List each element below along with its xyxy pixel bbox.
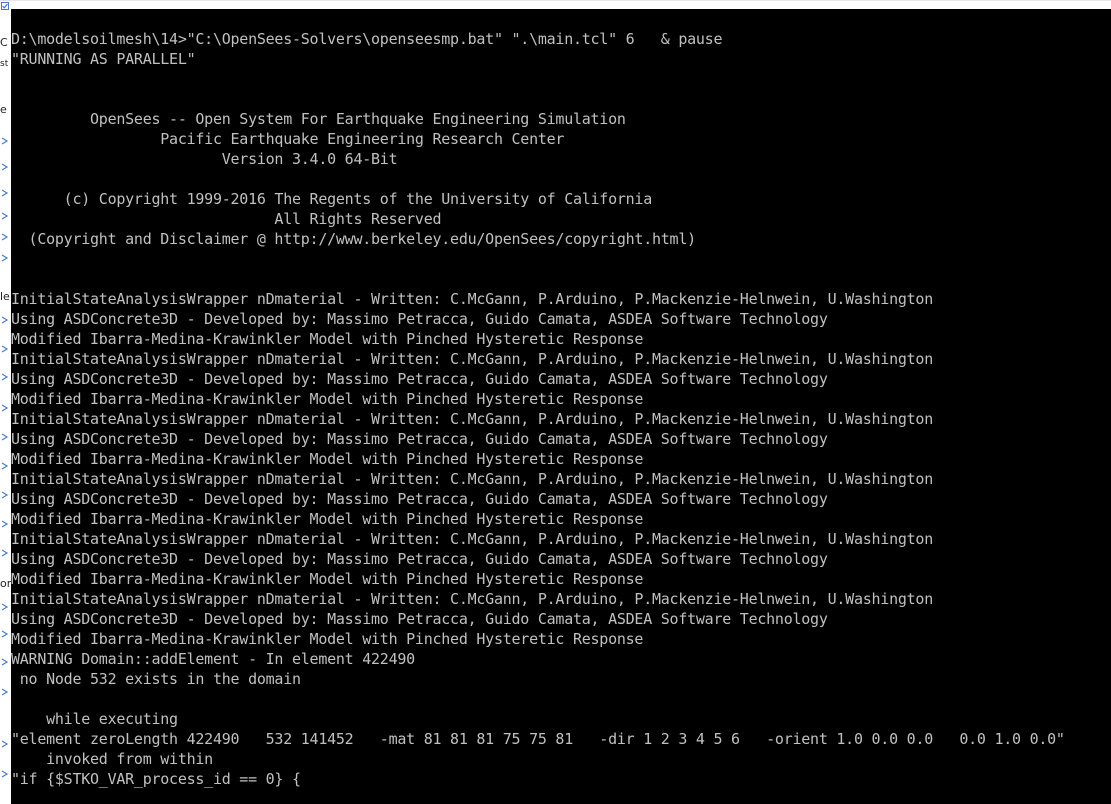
divider bbox=[0, 0, 1111, 1]
console-line: Using ASDConcrete3D - Developed by: Mass… bbox=[11, 490, 828, 508]
chevron-icon bbox=[1, 316, 9, 324]
chevron-icon bbox=[1, 630, 9, 638]
chevron-icon bbox=[1, 212, 9, 220]
console-line: Modified Ibarra-Medina-Krawinkler Model … bbox=[11, 630, 644, 648]
console-line: D:\modelsoilmesh\14>"C:\OpenSees-Solvers… bbox=[11, 30, 723, 48]
chevron-icon bbox=[1, 404, 9, 412]
console-line: Using ASDConcrete3D - Developed by: Mass… bbox=[11, 610, 828, 628]
console-line: Modified Ibarra-Medina-Krawinkler Model … bbox=[11, 450, 644, 468]
chevron-icon bbox=[1, 373, 9, 381]
console-line: Modified Ibarra-Medina-Krawinkler Model … bbox=[11, 390, 644, 408]
console-line: Using ASDConcrete3D - Developed by: Mass… bbox=[11, 550, 828, 568]
console-line: InitialStateAnalysisWrapper nDmaterial -… bbox=[11, 350, 933, 368]
window-top-edge bbox=[11, 0, 1111, 9]
console-line: InitialStateAnalysisWrapper nDmaterial -… bbox=[11, 410, 933, 428]
chevron-icon bbox=[1, 189, 9, 197]
console-line: InitialStateAnalysisWrapper nDmaterial -… bbox=[11, 590, 933, 608]
console-line: Modified Ibarra-Medina-Krawinkler Model … bbox=[11, 510, 644, 528]
console-line: All Rights Reserved bbox=[11, 210, 442, 228]
console-line: Using ASDConcrete3D - Developed by: Mass… bbox=[11, 310, 828, 328]
chevron-icon bbox=[1, 491, 9, 499]
chevron-icon bbox=[1, 137, 9, 145]
console-line: Modified Ibarra-Medina-Krawinkler Model … bbox=[11, 330, 644, 348]
console-line: Using ASDConcrete3D - Developed by: Mass… bbox=[11, 370, 828, 388]
chevron-icon bbox=[1, 520, 9, 528]
chevron-icon bbox=[1, 462, 9, 470]
background-text-fragment: e bbox=[0, 104, 7, 116]
chevron-icon bbox=[1, 770, 9, 778]
background-text-fragment: on bbox=[0, 578, 11, 590]
console-line: no Node 532 exists in the domain bbox=[11, 670, 301, 688]
chevron-icon bbox=[1, 254, 9, 262]
chevron-icon bbox=[1, 433, 9, 441]
background-text-fragment: C bbox=[0, 37, 8, 49]
chevron-icon bbox=[1, 740, 9, 748]
console-line: Version 3.4.0 64-Bit bbox=[11, 150, 398, 168]
console-line: OpenSees -- Open System For Earthquake E… bbox=[11, 110, 626, 128]
console-line: (Copyright and Disclaimer @ http://www.b… bbox=[11, 230, 697, 248]
chevron-icon bbox=[1, 658, 9, 666]
console-line: InitialStateAnalysisWrapper nDmaterial -… bbox=[11, 530, 933, 548]
console-line: "if {$STKO_VAR_process_id == 0} { bbox=[11, 770, 301, 788]
console-line: InitialStateAnalysisWrapper nDmaterial -… bbox=[11, 290, 933, 308]
console-line: (c) Copyright 1999-2016 The Regents of t… bbox=[11, 190, 653, 208]
chevron-icon bbox=[1, 233, 9, 241]
console-line: "RUNNING AS PARALLEL" bbox=[11, 50, 196, 68]
checkbox-icon bbox=[1, 2, 9, 10]
console-line: WARNING Domain::addElement - In element … bbox=[11, 650, 415, 668]
background-text-fragment: st bbox=[0, 59, 9, 69]
console-line: Modified Ibarra-Medina-Krawinkler Model … bbox=[11, 570, 644, 588]
chevron-icon bbox=[1, 549, 9, 557]
console-output[interactable]: D:\modelsoilmesh\14>"C:\OpenSees-Solvers… bbox=[11, 29, 1111, 804]
console-line: InitialStateAnalysisWrapper nDmaterial -… bbox=[11, 470, 933, 488]
console-line: while executing bbox=[11, 710, 178, 728]
background-window-edge: C st e le on bbox=[0, 0, 11, 804]
console-line: Pacific Earthquake Engineering Research … bbox=[11, 130, 565, 148]
background-text-fragment: le bbox=[0, 291, 10, 303]
chevron-icon bbox=[1, 163, 9, 171]
screen: C st e le on D:\modelsoilmesh\14>"C:\Ope… bbox=[0, 0, 1111, 804]
chevron-icon bbox=[1, 603, 9, 611]
console-line: "element zeroLength 422490 532 141452 -m… bbox=[11, 730, 1065, 748]
console-line: Using ASDConcrete3D - Developed by: Mass… bbox=[11, 430, 828, 448]
chevron-icon bbox=[1, 688, 9, 696]
console-line: invoked from within bbox=[11, 750, 213, 768]
chevron-icon bbox=[1, 345, 9, 353]
